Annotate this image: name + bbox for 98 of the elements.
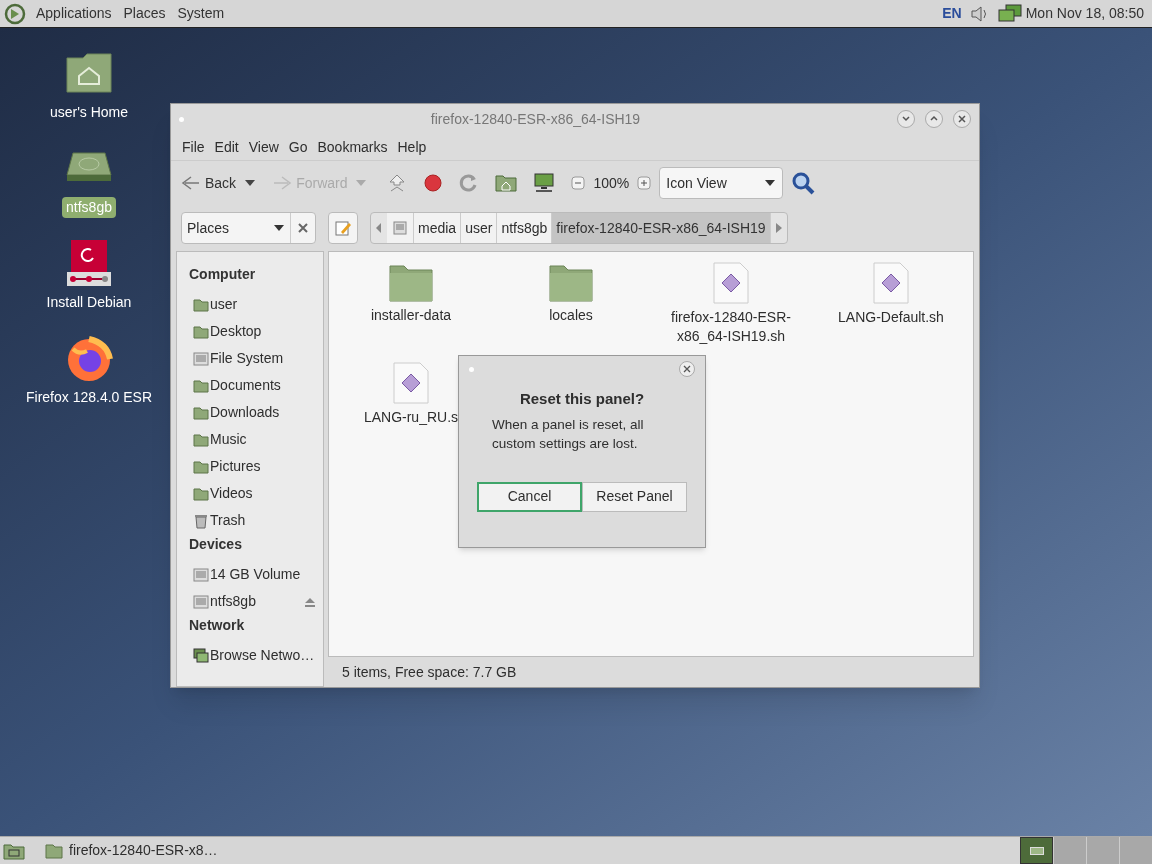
arrow-icon: [272, 175, 293, 191]
folder-icon: [389, 262, 433, 302]
places-dropdown[interactable]: Places: [181, 212, 316, 244]
sidebar-item[interactable]: Trash: [189, 507, 323, 534]
dialog-message: When a panel is reset, all custom settings are lost.: [492, 415, 645, 453]
path-segment-button[interactable]: media: [414, 213, 462, 243]
dialog-title: Reset this panel?: [519, 389, 645, 409]
minimize-icon: [902, 115, 910, 123]
menu-item[interactable]: File: [177, 136, 210, 158]
zoom-in-icon: [637, 176, 652, 190]
file-name[interactable]: firefox-12840-ESR-x86_64-ISH19.sh: [661, 308, 801, 346]
caret-icon: [764, 179, 777, 187]
folder-icon: [193, 296, 209, 313]
path-root-button[interactable]: [387, 213, 414, 243]
menu-item[interactable]: Edit: [209, 136, 244, 158]
status-text: 5 items, Free space: 7.7 GB: [342, 662, 517, 682]
panel-menu[interactable]: Applications: [30, 3, 118, 24]
sidebar-item[interactable]: Desktop: [189, 318, 323, 345]
sidebar-item[interactable]: user: [189, 291, 323, 318]
view-mode-dropdown[interactable]: Icon View: [659, 167, 784, 199]
close-icon: [958, 115, 966, 123]
drive-icon: [193, 593, 209, 610]
arrow-icon: [181, 175, 201, 191]
folder-icon: [193, 323, 209, 340]
sidebar-item[interactable]: Pictures: [189, 453, 323, 480]
drive-icon: [193, 566, 209, 583]
drive-icon: [193, 350, 209, 367]
installer-icon: [65, 240, 113, 288]
maximize-button[interactable]: [925, 110, 943, 128]
sidebar-item[interactable]: Music: [189, 426, 323, 453]
dialog-button[interactable]: Reset Panel: [582, 481, 687, 512]
minimize-button[interactable]: [897, 110, 915, 128]
file-name[interactable]: installer-data: [370, 306, 452, 325]
menu-logo-icon: [4, 2, 26, 25]
workspace-switcher[interactable]: [1020, 837, 1053, 864]
folder-icon: [193, 404, 209, 421]
zoom-out-icon: [571, 176, 586, 190]
trash-icon: [193, 512, 209, 529]
panel-menu[interactable]: Places: [117, 3, 172, 24]
path-segment-button[interactable]: firefox-12840-ESR-x86_64-ISH19: [552, 213, 771, 243]
script-file-icon: [713, 262, 749, 304]
desktop-icon-label[interactable]: Firefox 128.4.0 ESR: [21, 387, 157, 408]
sidebar-item[interactable]: File System: [189, 345, 323, 372]
window-title: firefox-12840-ESR-x86_64-ISH19: [429, 109, 642, 129]
dialog-button[interactable]: Cancel: [477, 481, 582, 512]
network-icon: [193, 647, 209, 664]
back-button[interactable]: Back: [181, 172, 237, 194]
close-button[interactable]: [679, 361, 695, 377]
sidebar-heading: Computer: [189, 265, 257, 284]
sidebar-heading: Network: [189, 616, 246, 635]
folder-icon: [45, 842, 63, 859]
close-button[interactable]: [953, 110, 971, 128]
folder-icon: [193, 431, 209, 448]
network-icon: [997, 3, 1022, 24]
menu-item[interactable]: Bookmarks: [312, 136, 393, 158]
home-folder-icon: [495, 173, 518, 193]
folder-icon: [193, 458, 209, 475]
sidebar-item[interactable]: ntfs8gb: [189, 588, 323, 615]
menu-item[interactable]: Go: [283, 136, 313, 158]
panel-menu[interactable]: System: [171, 3, 231, 24]
stop-icon: [423, 173, 444, 193]
close-icon: [682, 364, 692, 374]
scroll-right-icon: [775, 223, 782, 233]
menu-item[interactable]: Help: [392, 136, 432, 158]
script-file-icon: [393, 362, 429, 404]
sidebar-item[interactable]: Videos: [189, 480, 323, 507]
folder-icon: [193, 377, 209, 394]
edit-location-button[interactable]: [328, 212, 358, 244]
desktop-icon-label[interactable]: Install Debian: [42, 292, 136, 313]
sidebar-item[interactable]: Documents: [189, 372, 323, 399]
search-icon: [791, 171, 816, 195]
show-desktop-icon: [3, 841, 25, 860]
taskbar-button[interactable]: firefox-12840-ESR-x8…: [39, 837, 224, 864]
sidebar-heading: Devices: [189, 535, 243, 554]
sidebar-item[interactable]: Browse Netwo…: [189, 642, 323, 669]
menu-item[interactable]: View: [243, 136, 284, 158]
zoom-level: 100%: [593, 173, 630, 193]
clock[interactable]: Mon Nov 18, 08:50: [1025, 3, 1144, 24]
caret-icon: [355, 179, 368, 187]
sidebar-item[interactable]: Downloads: [189, 399, 323, 426]
computer-icon: [533, 173, 556, 193]
caret-icon: [273, 224, 285, 232]
browser-icon: [65, 335, 113, 383]
path-segment-button[interactable]: ntfs8gb: [497, 213, 553, 243]
path-segment-button[interactable]: user: [461, 213, 498, 243]
script-file-icon: [873, 262, 909, 304]
folder-icon: [193, 485, 209, 502]
file-name[interactable]: locales: [549, 306, 593, 325]
drive-icon: [393, 221, 407, 235]
caret-icon: [244, 179, 257, 187]
desktop-icon-label[interactable]: user's Home: [45, 102, 133, 123]
pencil-icon: [335, 220, 351, 236]
file-name[interactable]: LANG-ru_RU.s: [363, 408, 459, 427]
keyboard-layout-indicator[interactable]: EN: [942, 3, 962, 24]
folder-icon: [549, 262, 593, 302]
sidebar-item[interactable]: 14 GB Volume: [189, 561, 323, 588]
file-name[interactable]: LANG-Default.sh: [838, 308, 944, 327]
maximize-icon: [930, 115, 938, 123]
